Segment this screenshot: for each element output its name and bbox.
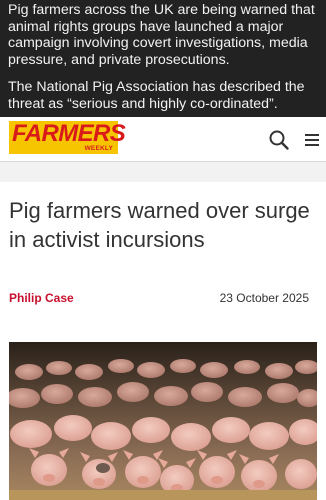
piglets-photo [9, 342, 317, 500]
logo-text: FARMERS [12, 120, 126, 147]
hamburger-menu-icon [305, 134, 319, 146]
search-button[interactable] [266, 127, 292, 153]
excerpt-paragraph-1: Pig farmers across the UK are being warn… [8, 2, 315, 68]
search-icon [269, 130, 289, 150]
publish-date: 23 October 2025 [219, 291, 309, 305]
author-link[interactable]: Philip Case [9, 291, 74, 305]
farmers-weekly-logo[interactable]: FARMERS WEEKLY [9, 121, 126, 154]
menu-button[interactable] [300, 127, 324, 153]
header-divider [0, 162, 326, 182]
article-title: Pig farmers warned over surge in activis… [9, 198, 310, 252]
logo-subtext: WEEKLY [84, 145, 113, 152]
article-hero-image [9, 342, 317, 500]
excerpt-paragraph-2: The National Pig Association has describ… [8, 79, 305, 112]
article-excerpt-overlay: Pig farmers across the UK are being warn… [0, 0, 326, 117]
